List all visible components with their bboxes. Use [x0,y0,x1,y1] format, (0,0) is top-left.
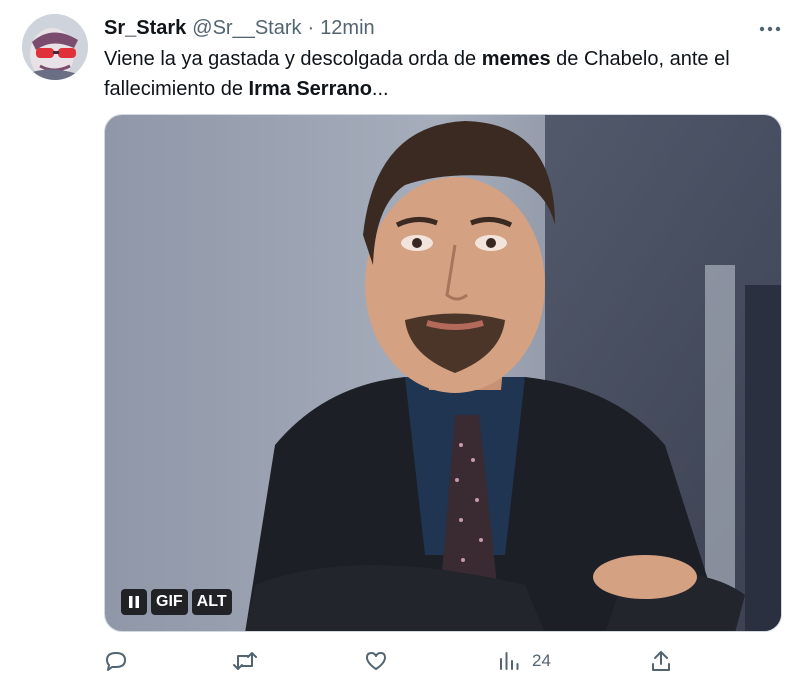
tweet-text-bold-irma-serrano: Irma Serrano [248,78,372,100]
gif-badge: GIF [151,589,188,615]
retweet-icon [233,652,257,670]
author-display-name[interactable]: Sr_Stark [104,17,186,40]
gif-frame [105,115,781,631]
author-handle[interactable]: @Sr__Stark [192,17,301,40]
tweet-text-bold-memes: memes [481,48,551,70]
pause-button[interactable] [121,589,147,615]
more-options-button[interactable] [754,16,786,42]
alt-text-button[interactable]: ALT [191,589,232,615]
tweet-actions: 24 [104,644,684,678]
reply-icon [106,652,126,671]
more-icon [759,26,781,32]
retweet-button[interactable] [232,644,258,678]
media-controls: GIF ALT [121,589,232,615]
like-button[interactable] [364,644,388,678]
like-icon [366,652,386,670]
views-count: 24 [532,651,551,670]
timestamp[interactable]: 12min [320,17,374,40]
tweet-media-gif[interactable]: GIF ALT [104,114,782,632]
views-icon [500,652,519,670]
tweet-text-part-3: ... [371,78,389,100]
tweet-text: Viene la ya gastada y descolgada orda de… [104,44,784,104]
tweet[interactable]: Sr_Stark @Sr__Stark · 12min Viene la ya … [0,0,800,696]
tweet-text-part-1: Viene la ya gastada y descolgada orda de [104,48,482,70]
avatar[interactable] [22,14,88,80]
tweet-header: Sr_Stark @Sr__Stark · 12min [104,14,375,42]
pause-icon [129,596,139,608]
share-icon [652,651,670,671]
reply-button[interactable] [104,644,128,678]
avatar-image [22,14,88,80]
separator-dot: · [307,16,315,39]
views-button[interactable]: 24 [498,644,551,678]
share-button[interactable] [650,644,672,678]
